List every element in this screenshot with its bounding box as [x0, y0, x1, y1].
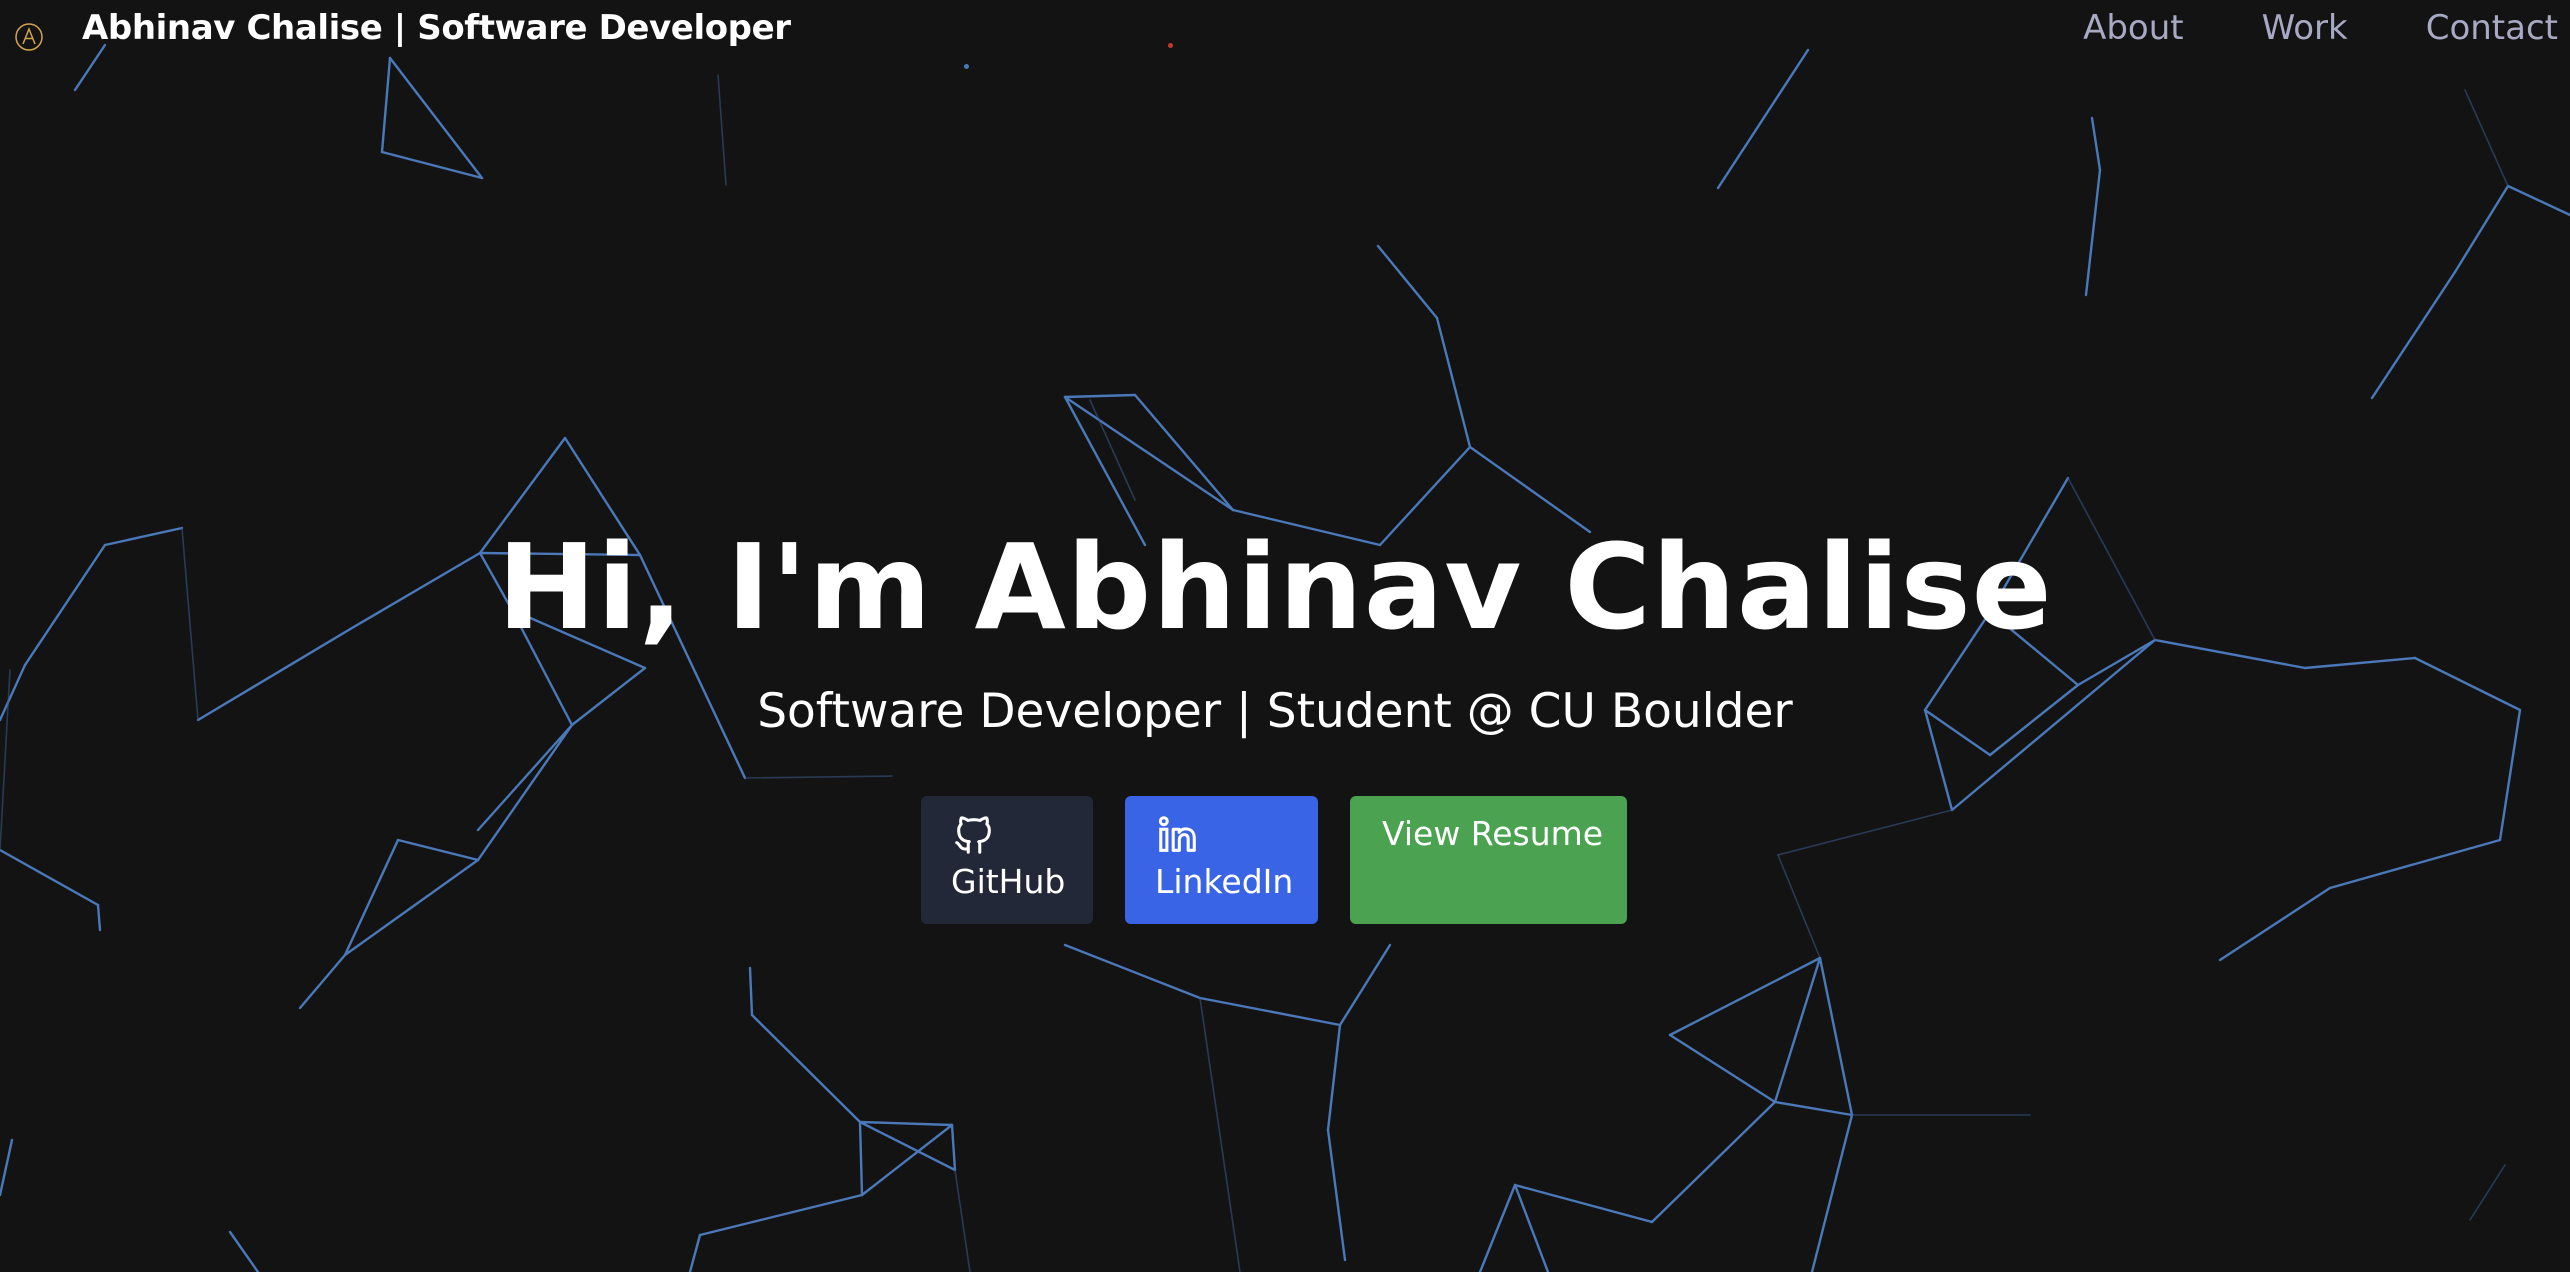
main-nav: About Work Contact: [2083, 8, 2558, 48]
github-button[interactable]: GitHub: [921, 796, 1093, 924]
nav-link-contact[interactable]: Contact: [2426, 8, 2558, 48]
nav-link-about[interactable]: About: [2083, 8, 2184, 48]
linkedin-button-label: LinkedIn: [1155, 862, 1294, 901]
page: Abhinav Chalise | Software Developer Abo…: [0, 0, 2570, 1272]
nav-link-work[interactable]: Work: [2262, 8, 2348, 48]
github-button-label: GitHub: [951, 862, 1066, 901]
top-navigation-bar: Abhinav Chalise | Software Developer Abo…: [0, 0, 2570, 62]
linkedin-icon: [1158, 816, 1196, 852]
hero-title: Hi, I'm Abhinav Chalise: [497, 518, 2053, 656]
linkedin-button[interactable]: LinkedIn: [1125, 796, 1318, 924]
view-resume-button-label: View Resume: [1382, 814, 1604, 853]
circled-a-icon[interactable]: [14, 22, 44, 52]
site-title[interactable]: Abhinav Chalise | Software Developer: [82, 8, 791, 48]
view-resume-button[interactable]: View Resume: [1350, 796, 1627, 924]
hero-subtitle: Software Developer | Student @ CU Boulde…: [757, 684, 1793, 739]
github-icon: [955, 816, 991, 854]
particle-dot: [964, 64, 969, 69]
